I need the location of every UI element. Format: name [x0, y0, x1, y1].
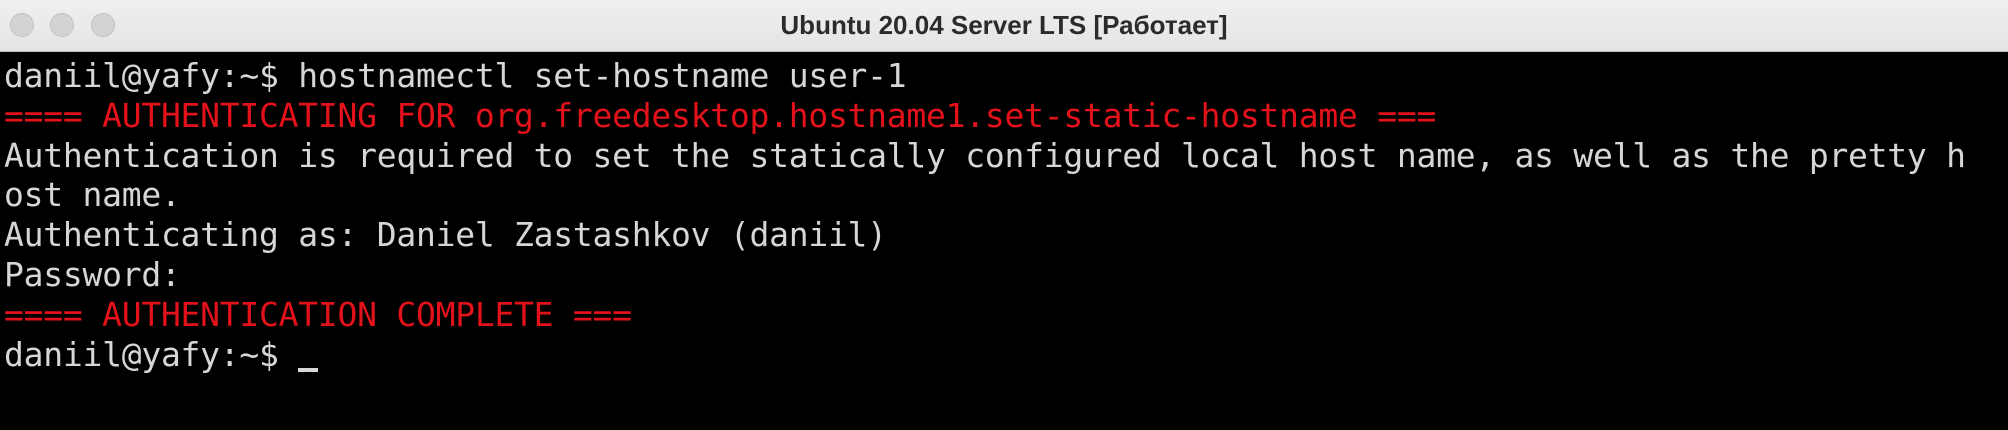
window-title: Ubuntu 20.04 Server LTS [Работает]	[780, 10, 1228, 40]
text-cursor	[298, 368, 319, 372]
title-bar[interactable]: Ubuntu 20.04 Server LTS [Работает]	[0, 0, 2008, 52]
terminal-line-auth-message-cont: ost name.	[4, 175, 181, 214]
shell-prompt: daniil@yafy:~$	[4, 335, 299, 374]
terminal-line-auth-banner: ==== AUTHENTICATING FOR org.freedesktop.…	[4, 96, 1437, 135]
terminal-line-password-prompt: Password:	[4, 255, 181, 294]
terminal-line-command: daniil@yafy:~$ hostnamectl set-hostname …	[4, 56, 907, 95]
terminal-line-auth-complete: ==== AUTHENTICATION COMPLETE ===	[4, 295, 632, 334]
terminal-screen[interactable]: daniil@yafy:~$ hostnamectl set-hostname …	[0, 53, 2008, 430]
terminal-line-auth-message: Authentication is required to set the st…	[4, 136, 1966, 175]
terminal-window: Ubuntu 20.04 Server LTS [Работает] danii…	[0, 0, 2008, 430]
terminal-line-prompt[interactable]: daniil@yafy:~$	[4, 335, 319, 375]
terminal-line-auth-user: Authenticating as: Daniel Zastashkov (da…	[4, 215, 887, 254]
